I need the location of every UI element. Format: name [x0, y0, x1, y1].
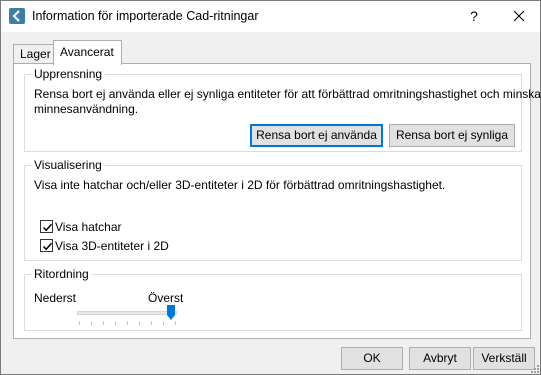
- help-button[interactable]: ?: [456, 1, 492, 32]
- slider-min-label: Nederst: [34, 291, 77, 305]
- checkmark-icon: [42, 242, 53, 251]
- visualisering-description: Visa inte hatchar och/eller 3D-entiteter…: [34, 178, 446, 192]
- tab-avancerat[interactable]: Avancerat: [53, 40, 122, 65]
- group-title: Visualisering: [31, 158, 105, 172]
- dialog-window: Information för importerade Cad-ritninga…: [0, 0, 541, 375]
- group-visualisering: Visualisering Visa inte hatchar och/elle…: [24, 158, 522, 261]
- slider-max-label: Överst: [148, 291, 184, 305]
- window-title: Information för importerade Cad-ritninga…: [32, 9, 259, 23]
- slider-tick: [79, 321, 80, 325]
- upprensning-description: Rensa bort ej använda eller ej synliga e…: [34, 87, 541, 117]
- group-title: Ritordning: [31, 267, 92, 281]
- apply-button[interactable]: Verkställ: [473, 347, 535, 370]
- checkbox-box[interactable]: [40, 239, 53, 252]
- slider-tick: [103, 321, 104, 325]
- purge-unused-button[interactable]: Rensa bort ej använda: [250, 124, 383, 147]
- tab-lager[interactable]: Lager: [13, 44, 54, 65]
- purge-hidden-button[interactable]: Rensa bort ej synliga: [389, 124, 515, 147]
- app-icon: [9, 8, 25, 24]
- title-bar[interactable]: Information för importerade Cad-ritninga…: [1, 1, 540, 32]
- checkmark-icon: [42, 223, 53, 232]
- tab-panel-avancerat: Upprensning Rensa bort ej använda eller …: [13, 63, 541, 339]
- slider-tick: [151, 321, 152, 325]
- checkbox-label[interactable]: Visa 3D-entiteter i 2D: [55, 238, 169, 254]
- group-title: Upprensning: [31, 67, 106, 81]
- resize-grip-icon[interactable]: [530, 364, 539, 373]
- draw-order-slider-thumb[interactable]: [167, 305, 175, 320]
- checkbox-label[interactable]: Visa hatchar: [55, 219, 122, 235]
- slider-tick: [139, 321, 140, 325]
- close-icon: [513, 10, 525, 22]
- group-ritordning: Ritordning Nederst Överst: [24, 267, 522, 331]
- close-button[interactable]: [501, 1, 537, 32]
- slider-tick: [127, 321, 128, 325]
- description-line: minnesanvändning.: [34, 102, 139, 116]
- checkbox-box[interactable]: [40, 220, 53, 233]
- description-line: Rensa bort ej använda eller ej synliga e…: [34, 87, 541, 101]
- slider-tick: [115, 321, 116, 325]
- ok-button[interactable]: OK: [341, 347, 403, 370]
- slider-tick: [91, 321, 92, 325]
- draw-order-slider-track[interactable]: [77, 311, 177, 315]
- cancel-button[interactable]: Avbryt: [409, 347, 471, 370]
- slider-ticks: [79, 321, 179, 325]
- slider-tick: [175, 321, 176, 325]
- slider-tick: [163, 321, 164, 325]
- group-upprensning: Upprensning Rensa bort ej använda eller …: [24, 67, 541, 152]
